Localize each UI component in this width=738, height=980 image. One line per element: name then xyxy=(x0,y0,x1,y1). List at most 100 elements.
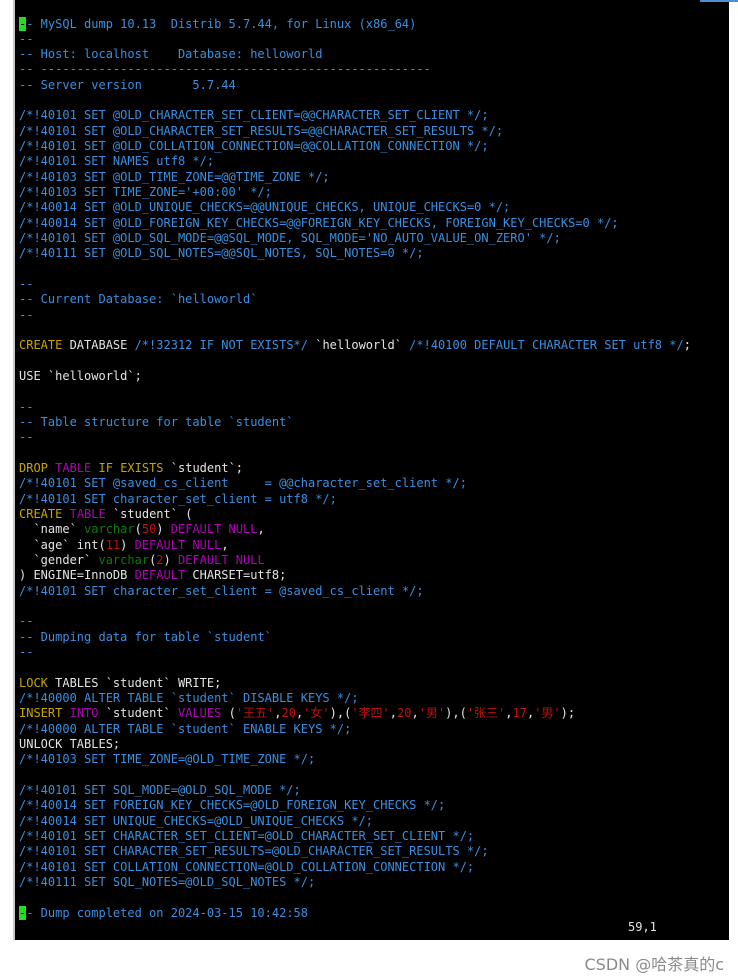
code-line[interactable]: LOCK TABLES `student` WRITE; xyxy=(19,676,691,691)
code-line[interactable] xyxy=(19,323,691,338)
code-line[interactable]: -- xyxy=(19,308,691,323)
code-token: `age` int( xyxy=(19,537,106,552)
code-line[interactable]: /*!40000 ALTER TABLE `student` ENABLE KE… xyxy=(19,722,691,737)
code-line[interactable]: ) ENGINE=InnoDB DEFAULT CHARSET=utf8; xyxy=(19,568,691,583)
code-line[interactable]: DROP TABLE IF EXISTS `student`; xyxy=(19,461,691,476)
code-line[interactable]: /*!40101 SET CHARACTER_SET_CLIENT=@OLD_C… xyxy=(19,829,691,844)
code-token: ),( xyxy=(329,706,352,721)
code-line[interactable]: /*!40014 SET FOREIGN_KEY_CHECKS=@OLD_FOR… xyxy=(19,798,691,813)
code-line[interactable]: -- xyxy=(19,32,691,47)
code-line[interactable]: UNLOCK TABLES; xyxy=(19,737,691,752)
code-line[interactable]: /*!40103 SET TIME_ZONE=@OLD_TIME_ZONE */… xyxy=(19,752,691,767)
code-line[interactable]: `name` varchar(50) DEFAULT NULL, xyxy=(19,522,691,537)
code-line[interactable]: -- MySQL dump 10.13 Distrib 5.7.44, for … xyxy=(19,16,691,32)
code-line[interactable]: -- -------------------------------------… xyxy=(19,62,691,77)
code-token: /*!40111 SET SQL_NOTES=@OLD_SQL_NOTES */… xyxy=(19,874,316,889)
code-line[interactable]: -- xyxy=(19,645,691,660)
code-token: `student` ( xyxy=(105,507,193,521)
code-line[interactable]: -- Current Database: `helloworld` xyxy=(19,292,691,307)
code-line[interactable]: /*!40101 SET @saved_cs_client = @@charac… xyxy=(19,476,691,491)
editor-buffer[interactable]: -- MySQL dump 10.13 Distrib 5.7.44, for … xyxy=(19,16,691,921)
code-line[interactable]: /*!40000 ALTER TABLE `student` DISABLE K… xyxy=(19,691,691,706)
code-line[interactable]: USE `helloworld`; xyxy=(19,369,691,384)
code-token: DEFAULT NULL xyxy=(134,537,222,552)
code-line[interactable]: /*!40101 SET CHARACTER_SET_RESULTS=@OLD_… xyxy=(19,844,691,859)
code-token: /*!40101 SET CHARACTER_SET_RESULTS=@OLD_… xyxy=(19,844,489,859)
code-token: /*!40101 SET @saved_cs_client = @@charac… xyxy=(19,476,467,491)
code-token: CREATE xyxy=(19,507,63,521)
code-token: USE `helloworld`; xyxy=(19,369,142,384)
code-line[interactable]: /*!40111 SET @OLD_SQL_NOTES=@@SQL_NOTES,… xyxy=(19,246,691,261)
code-token: - Dump completed on 2024-03-15 10:42:58 xyxy=(26,905,308,920)
code-line[interactable]: /*!40101 SET NAMES utf8 */; xyxy=(19,154,691,169)
code-line[interactable]: /*!40014 SET @OLD_UNIQUE_CHECKS=@@UNIQUE… xyxy=(19,200,691,215)
code-token: TABLE xyxy=(55,461,92,476)
code-token: TABLES `student` WRITE; xyxy=(47,675,222,690)
code-token: ) xyxy=(163,552,178,567)
code-line[interactable]: /*!40101 SET @OLD_CHARACTER_SET_RESULTS=… xyxy=(19,124,691,139)
code-token: -- Dumping data for table `student` xyxy=(19,629,272,644)
code-line[interactable] xyxy=(19,354,691,369)
code-line[interactable]: -- xyxy=(19,614,691,629)
code-line[interactable]: /*!40101 SET @OLD_COLLATION_CONNECTION=@… xyxy=(19,139,691,154)
code-token: '男' xyxy=(534,706,561,721)
code-line[interactable]: -- Table structure for table `student` xyxy=(19,415,691,430)
code-token: -- Host: localhost Database: helloworld xyxy=(19,47,323,62)
code-line[interactable]: `age` int(11) DEFAULT NULL, xyxy=(19,538,691,553)
code-line[interactable]: /*!40103 SET TIME_ZONE='+00:00' */; xyxy=(19,185,691,200)
code-line[interactable]: -- Host: localhost Database: helloworld xyxy=(19,47,691,62)
code-line[interactable]: /*!40111 SET SQL_NOTES=@OLD_SQL_NOTES */… xyxy=(19,875,691,890)
code-line[interactable]: /*!40014 SET @OLD_FOREIGN_KEY_CHECKS=@@F… xyxy=(19,216,691,231)
code-line[interactable]: /*!40101 SET SQL_MODE=@OLD_SQL_MODE */; xyxy=(19,783,691,798)
terminal-window[interactable]: -- MySQL dump 10.13 Distrib 5.7.44, for … xyxy=(13,0,729,940)
code-line[interactable]: /*!40101 SET character_set_client = @sav… xyxy=(19,584,691,599)
code-token: , xyxy=(257,522,265,537)
code-token: -- xyxy=(19,644,34,659)
code-line[interactable]: -- Dumping data for table `student` xyxy=(19,630,691,645)
code-line[interactable] xyxy=(19,890,691,905)
code-line[interactable]: /*!40014 SET UNIQUE_CHECKS=@OLD_UNIQUE_C… xyxy=(19,814,691,829)
code-line[interactable] xyxy=(19,446,691,461)
code-token: -- Current Database: `helloworld` xyxy=(19,292,258,307)
code-line[interactable]: -- xyxy=(19,430,691,445)
code-token: /*!40101 SET @OLD_SQL_MODE=@@SQL_MODE, S… xyxy=(19,231,561,246)
code-token: /*!40103 SET @OLD_TIME_ZONE=@@TIME_ZONE … xyxy=(19,169,330,184)
code-line[interactable]: -- Dump completed on 2024-03-15 10:42:58 xyxy=(19,905,691,921)
code-token: DEFAULT NULL xyxy=(170,522,258,537)
code-line[interactable] xyxy=(19,660,691,675)
code-line[interactable] xyxy=(19,262,691,277)
code-line[interactable] xyxy=(19,384,691,399)
code-token: /*!40100 DEFAULT CHARACTER SET utf8 */ xyxy=(409,338,684,353)
code-line[interactable]: `gender` varchar(2) DEFAULT NULL xyxy=(19,553,691,568)
code-token: -- Table structure for table `student` xyxy=(19,415,294,430)
code-line[interactable]: /*!40101 SET @OLD_SQL_MODE=@@SQL_MODE, S… xyxy=(19,231,691,246)
code-token: -- -------------------------------------… xyxy=(19,62,431,77)
code-line[interactable]: -- xyxy=(19,400,691,415)
code-token: -- xyxy=(19,430,34,445)
code-line[interactable]: -- xyxy=(19,277,691,292)
code-line[interactable]: /*!40101 SET COLLATION_CONNECTION=@OLD_C… xyxy=(19,860,691,875)
code-line[interactable]: /*!40101 SET @OLD_CHARACTER_SET_CLIENT=@… xyxy=(19,108,691,123)
code-line[interactable] xyxy=(19,768,691,783)
code-token: 50 xyxy=(141,522,157,537)
code-token: DATABASE xyxy=(62,338,135,353)
code-token: VALUES xyxy=(177,706,222,721)
code-line[interactable]: CREATE DATABASE /*!32312 IF NOT EXISTS*/… xyxy=(19,338,691,353)
code-line[interactable]: INSERT INTO `student` VALUES ('王五',20,'女… xyxy=(19,706,691,721)
code-token: -- xyxy=(19,307,34,322)
code-line[interactable]: CREATE TABLE `student` ( xyxy=(19,507,691,522)
code-token: ; xyxy=(683,338,691,353)
code-line[interactable] xyxy=(19,93,691,108)
code-token: /*!40101 SET @OLD_COLLATION_CONNECTION=@… xyxy=(19,139,489,154)
code-token: `student`; xyxy=(163,461,244,476)
code-line[interactable]: /*!40103 SET @OLD_TIME_ZONE=@@TIME_ZONE … xyxy=(19,170,691,185)
code-token: , xyxy=(505,706,513,721)
code-token: 11 xyxy=(105,537,121,552)
code-line[interactable]: -- Server version 5.7.44 xyxy=(19,78,691,93)
code-token: DEFAULT NULL xyxy=(177,552,265,567)
code-token: /*!40000 ALTER TABLE `student` DISABLE K… xyxy=(19,690,359,705)
code-token: - MySQL dump 10.13 Distrib 5.7.44, for L… xyxy=(26,16,417,31)
code-line[interactable] xyxy=(19,599,691,614)
code-line[interactable]: /*!40101 SET character_set_client = utf8… xyxy=(19,492,691,507)
code-token: ) xyxy=(156,522,171,537)
